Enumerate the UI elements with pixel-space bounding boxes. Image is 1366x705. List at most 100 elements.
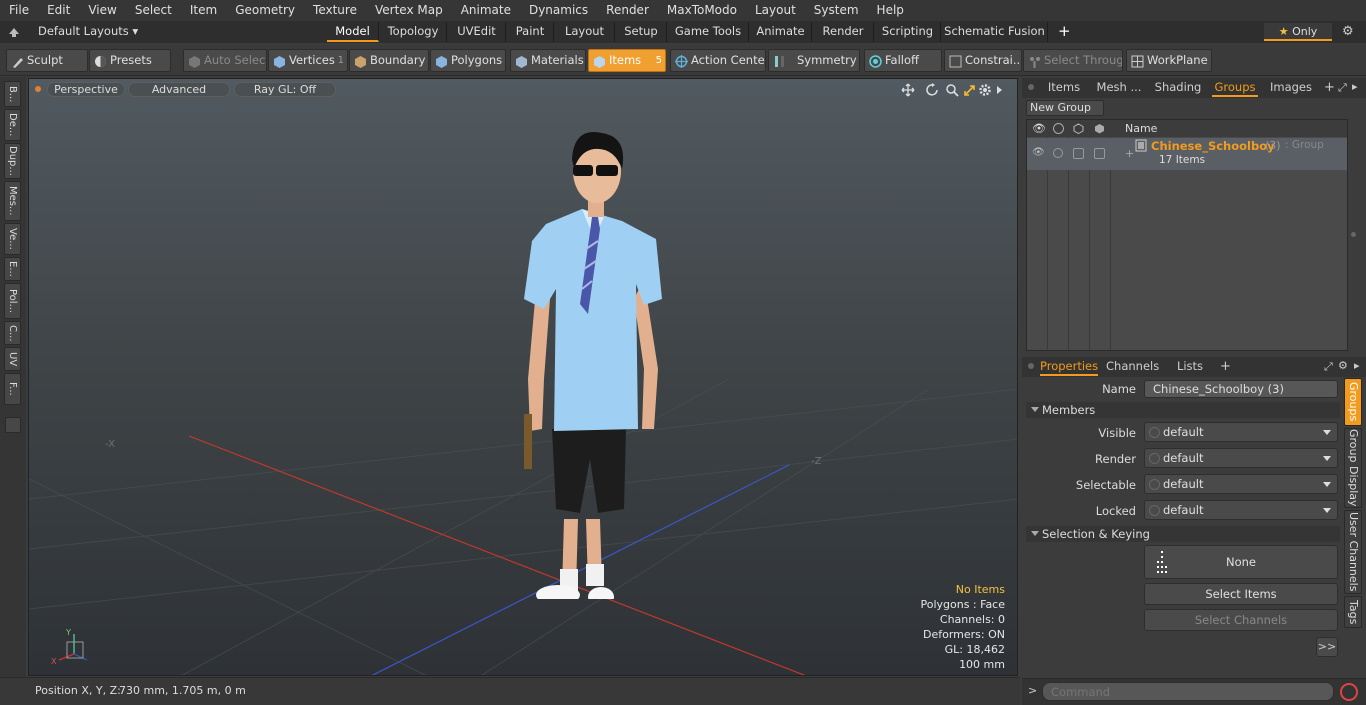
- expand-icon[interactable]: ⤢: [1338, 81, 1347, 95]
- tab-game-tools[interactable]: Game Tools: [668, 22, 749, 42]
- left-tab-polygon[interactable]: Pol...: [4, 283, 21, 319]
- tab-channels[interactable]: Channels: [1106, 358, 1159, 376]
- tab-animate[interactable]: Animate: [750, 22, 812, 42]
- select-icon[interactable]: [1094, 123, 1105, 137]
- row-lock-checkbox[interactable]: [1073, 148, 1084, 159]
- keying-none-button[interactable]: None: [1144, 545, 1338, 579]
- menu-system[interactable]: System: [805, 0, 868, 21]
- props-more-icon[interactable]: ▸: [1354, 359, 1360, 372]
- 3d-viewport[interactable]: Perspective Advanced Ray GL: Off -X -Z Y…: [28, 78, 1018, 676]
- scene-more-icon[interactable]: ▸: [1352, 80, 1358, 93]
- expand-group-icon[interactable]: +: [1125, 147, 1134, 160]
- tab-render[interactable]: Render: [813, 22, 874, 42]
- menu-maxtomodo[interactable]: MaxToModo: [658, 0, 746, 21]
- props-expand-icon[interactable]: ⤢: [1324, 360, 1333, 374]
- gear-icon[interactable]: ⚙: [1342, 24, 1354, 39]
- name-field[interactable]: Chinese_Schoolboy (3): [1144, 380, 1338, 398]
- left-tab-curve[interactable]: C...: [4, 321, 21, 345]
- members-section-header[interactable]: Members: [1026, 402, 1340, 418]
- auto-select-button[interactable]: Auto Select: [183, 49, 267, 72]
- record-icon[interactable]: [1340, 683, 1358, 701]
- polygons-button[interactable]: Polygons: [430, 49, 506, 72]
- tab-properties[interactable]: Properties: [1040, 358, 1098, 376]
- row-eye-icon[interactable]: 👁: [1032, 147, 1045, 158]
- symmetry-button[interactable]: Symmetry: [768, 49, 860, 72]
- action-center-button[interactable]: Action Center: [670, 49, 766, 72]
- name-column-header[interactable]: Name: [1125, 122, 1157, 135]
- eye-icon[interactable]: 👁: [1032, 122, 1046, 135]
- left-tab-deform[interactable]: De...: [4, 109, 21, 141]
- more-button[interactable]: >>: [1316, 637, 1338, 657]
- command-input[interactable]: [1042, 682, 1334, 701]
- menu-file[interactable]: File: [0, 0, 38, 21]
- sculpt-button[interactable]: Sculpt: [6, 49, 88, 72]
- locked-dropdown[interactable]: default: [1144, 500, 1338, 520]
- add-tab-icon[interactable]: +: [1058, 22, 1071, 40]
- tab-schematic-fusion[interactable]: Schematic Fusion: [942, 22, 1048, 42]
- left-tab-uv[interactable]: UV: [4, 347, 21, 371]
- tab-scripting[interactable]: Scripting: [875, 22, 941, 42]
- select-through-button[interactable]: Select Through: [1023, 49, 1123, 72]
- layout-up-icon[interactable]: [8, 26, 20, 38]
- menu-view[interactable]: View: [79, 0, 125, 21]
- falloff-button[interactable]: Falloff: [864, 49, 942, 72]
- tab-paint[interactable]: Paint: [507, 22, 554, 42]
- tab-items[interactable]: Items: [1042, 79, 1086, 97]
- tab-images[interactable]: Images: [1268, 79, 1314, 97]
- menu-item[interactable]: Item: [181, 0, 226, 21]
- row-select-checkbox[interactable]: [1094, 148, 1105, 159]
- left-tab-fusion[interactable]: F...: [4, 373, 21, 405]
- selection-keying-section-header[interactable]: Selection & Keying: [1026, 526, 1340, 542]
- props-menu-dot-icon[interactable]: [1028, 363, 1034, 369]
- tab-lists[interactable]: Lists: [1168, 358, 1212, 376]
- menu-texture[interactable]: Texture: [304, 0, 366, 21]
- menu-geometry[interactable]: Geometry: [226, 0, 304, 21]
- tab-model[interactable]: Model: [327, 22, 379, 42]
- selectable-dropdown[interactable]: default: [1144, 474, 1338, 494]
- character-model[interactable]: [494, 129, 674, 599]
- tab-topology[interactable]: Topology: [380, 22, 447, 42]
- visible-dropdown[interactable]: default: [1144, 422, 1338, 442]
- menu-render[interactable]: Render: [597, 0, 658, 21]
- presets-button[interactable]: Presets: [89, 49, 171, 72]
- tab-mesh[interactable]: Mesh ...: [1094, 79, 1144, 97]
- menu-dynamics[interactable]: Dynamics: [520, 0, 597, 21]
- only-toggle[interactable]: ★ Only: [1264, 23, 1332, 41]
- tab-groups[interactable]: Groups: [1212, 79, 1258, 97]
- items-button[interactable]: Items 5: [588, 49, 666, 72]
- boundary-button[interactable]: Boundary: [349, 49, 429, 72]
- scene-menu-dot-icon[interactable]: [1028, 84, 1034, 90]
- group-row[interactable]: 👁 + Chinese_Schoolboy (3) : Group 17 Ite…: [1027, 138, 1347, 170]
- tab-uvedit[interactable]: UVEdit: [448, 22, 506, 42]
- select-channels-button[interactable]: Select Channels: [1144, 609, 1338, 631]
- workplane-button[interactable]: WorkPlane: [1126, 49, 1212, 72]
- menu-edit[interactable]: Edit: [38, 0, 79, 21]
- side-tab-groups[interactable]: Groups: [1344, 378, 1362, 426]
- left-tab-duplicate[interactable]: Dup...: [4, 143, 21, 179]
- left-tab-edge[interactable]: E...: [4, 257, 21, 281]
- side-tab-user-channels[interactable]: User Channels: [1344, 510, 1362, 594]
- row-render-icon[interactable]: [1053, 148, 1063, 158]
- menu-help[interactable]: Help: [868, 0, 913, 21]
- left-tab-mesh[interactable]: Mes...: [4, 181, 21, 221]
- tab-layout[interactable]: Layout: [555, 22, 615, 42]
- render-dropdown[interactable]: default: [1144, 448, 1338, 468]
- props-gear-icon[interactable]: ⚙: [1338, 359, 1348, 372]
- left-tab-vertex[interactable]: Ve...: [4, 223, 21, 255]
- lock-icon[interactable]: [1073, 123, 1084, 137]
- scroll-handle[interactable]: [1351, 232, 1356, 237]
- side-tab-group-display[interactable]: Group Display: [1344, 428, 1362, 508]
- menu-vertex-map[interactable]: Vertex Map: [366, 0, 452, 21]
- render-icon[interactable]: [1053, 123, 1064, 134]
- left-tab-extra-button[interactable]: [5, 417, 21, 433]
- constraints-button[interactable]: Constrai...: [944, 49, 1022, 72]
- materials-button[interactable]: Materials: [510, 49, 586, 72]
- menu-layout[interactable]: Layout: [746, 0, 805, 21]
- select-items-button[interactable]: Select Items: [1144, 583, 1338, 605]
- new-group-button[interactable]: New Group: [1026, 100, 1104, 116]
- menu-select[interactable]: Select: [126, 0, 181, 21]
- tab-setup[interactable]: Setup: [616, 22, 667, 42]
- add-props-tab-icon[interactable]: +: [1220, 359, 1231, 374]
- menu-animate[interactable]: Animate: [452, 0, 520, 21]
- layouts-dropdown[interactable]: Default Layouts ▾: [38, 24, 138, 38]
